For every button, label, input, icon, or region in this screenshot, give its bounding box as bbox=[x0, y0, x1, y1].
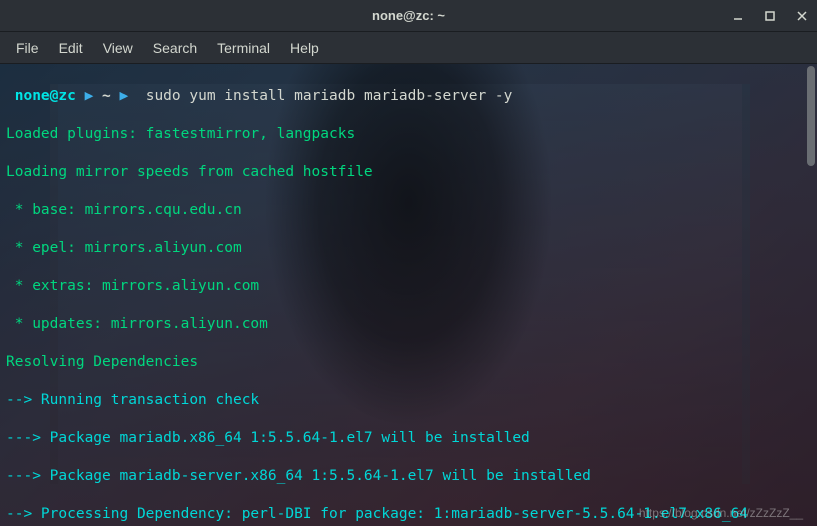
close-button[interactable] bbox=[793, 7, 811, 25]
menu-help[interactable]: Help bbox=[280, 36, 329, 60]
output-line: ---> Package mariadb.x86_64 1:5.5.64-1.e… bbox=[6, 429, 811, 448]
maximize-button[interactable] bbox=[761, 7, 779, 25]
minimize-icon bbox=[733, 11, 743, 21]
output-line: * updates: mirrors.aliyun.com bbox=[6, 315, 811, 334]
output-line: --> Running transaction check bbox=[6, 391, 811, 410]
output-line: Resolving Dependencies bbox=[6, 353, 811, 372]
window-title: none@zc: ~ bbox=[372, 8, 445, 23]
maximize-icon bbox=[765, 11, 775, 21]
close-icon bbox=[797, 11, 807, 21]
prompt-line: none@zc ▶ ~ ▶ sudo yum install mariadb m… bbox=[6, 87, 811, 106]
output-line: * base: mirrors.cqu.edu.cn bbox=[6, 201, 811, 220]
prompt-arrow2-icon: ▶ bbox=[120, 88, 129, 104]
menu-terminal[interactable]: Terminal bbox=[207, 36, 280, 60]
output-line: * extras: mirrors.aliyun.com bbox=[6, 277, 811, 296]
menu-edit[interactable]: Edit bbox=[49, 36, 93, 60]
window-controls bbox=[729, 7, 811, 25]
output-line: Loading mirror speeds from cached hostfi… bbox=[6, 163, 811, 182]
menu-search[interactable]: Search bbox=[143, 36, 207, 60]
minimize-button[interactable] bbox=[729, 7, 747, 25]
prompt-arrow-icon: ▶ bbox=[85, 88, 94, 104]
menubar: File Edit View Search Terminal Help bbox=[0, 32, 817, 64]
menu-file[interactable]: File bbox=[6, 36, 49, 60]
terminal-output: none@zc ▶ ~ ▶ sudo yum install mariadb m… bbox=[0, 64, 817, 526]
prompt-user: none@zc bbox=[15, 88, 76, 104]
output-line: Loaded plugins: fastestmirror, langpacks bbox=[6, 125, 811, 144]
titlebar: none@zc: ~ bbox=[0, 0, 817, 32]
terminal-viewport[interactable]: none@zc ▶ ~ ▶ sudo yum install mariadb m… bbox=[0, 64, 817, 526]
watermark: https://blog.csdn.net/zZzZzZ__ bbox=[639, 506, 803, 520]
output-line: * epel: mirrors.aliyun.com bbox=[6, 239, 811, 258]
output-line: ---> Package mariadb-server.x86_64 1:5.5… bbox=[6, 467, 811, 486]
menu-view[interactable]: View bbox=[93, 36, 143, 60]
scrollbar-thumb[interactable] bbox=[807, 66, 815, 166]
command-text: sudo yum install mariadb mariadb-server … bbox=[146, 88, 513, 104]
prompt-cwd: ~ bbox=[102, 88, 111, 104]
